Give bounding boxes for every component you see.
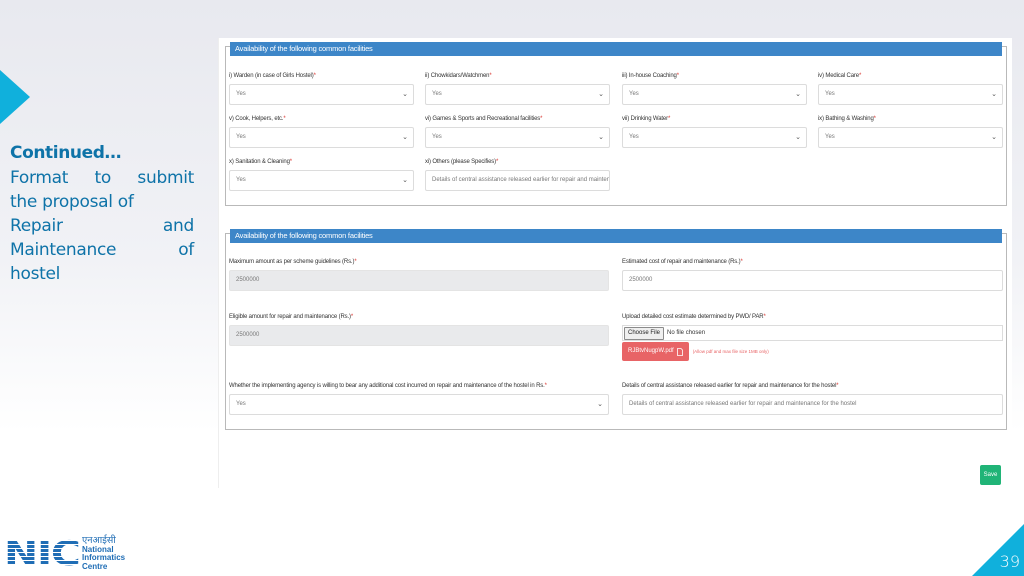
chevron-down-icon: ⌄ (402, 91, 408, 98)
repair-cost-section: Availability of the following common fac… (225, 229, 1007, 430)
slide-title: Continued… (10, 143, 122, 163)
facility-field: vi) Games & Sports and Recreational faci… (425, 115, 610, 148)
facility-field: iii) In-house Coaching* Yes ⌄ (622, 72, 807, 105)
estimated-cost-input[interactable]: 2500000 (622, 270, 1003, 291)
save-button[interactable]: Save (980, 465, 1001, 485)
file-hint: (Allow pdf and max file size 1MB only) (692, 349, 769, 354)
facility-select[interactable]: Yes ⌄ (229, 127, 414, 148)
facility-field: xi) Others (please Specifies)* Details of… (425, 158, 610, 191)
max-amount-input[interactable]: 2500000 (229, 270, 609, 291)
page-number: 39 (999, 552, 1020, 571)
chevron-down-icon: ⌄ (598, 134, 604, 141)
slide-body-line: Format to submit (10, 168, 194, 188)
slide-body-line: Maintenance of (10, 240, 194, 260)
willing-select[interactable]: Yes ⌄ (229, 394, 609, 415)
facility-select[interactable]: Yes ⌄ (425, 127, 610, 148)
facility-field: v) Cook, Helpers, etc.* Yes ⌄ (229, 115, 414, 148)
slide-body-line: the proposal of (10, 192, 134, 212)
choose-file-button[interactable]: Choose File (624, 326, 665, 340)
nic-logo: NIC एनआईसी National Informatics Centre (4, 534, 126, 574)
facility-field: ix) Bathing & Washing* Yes ⌄ (818, 115, 1003, 148)
chevron-down-icon: ⌄ (991, 91, 997, 98)
max-amount-field: Maximum amount as per scheme guidelines … (229, 258, 609, 291)
facilities-section: Availability of the following common fac… (225, 42, 1007, 206)
facility-field: i) Warden (in case of Girls Hostel)* Yes ⌄ (229, 72, 414, 105)
central-assistance-input[interactable]: Details of central assistance released e… (622, 394, 1003, 415)
chevron-down-icon: ⌄ (597, 401, 603, 408)
uploaded-file-link[interactable]: RJBtvNugpW.pdf (622, 342, 689, 361)
document-icon (676, 347, 683, 356)
eligible-amount-input[interactable]: 2500000 (229, 325, 609, 346)
section-header: Availability of the following common fac… (230, 42, 1002, 56)
facility-field: iv) Medical Care* Yes ⌄ (818, 72, 1003, 105)
facility-select[interactable]: Yes ⌄ (622, 84, 807, 105)
others-input[interactable]: Details of central assistance released e… (425, 170, 610, 191)
facility-select[interactable]: Yes ⌄ (229, 84, 414, 105)
slide-body: Format to submit the proposal of Repair and Ma… (10, 166, 194, 286)
facility-select[interactable]: Yes ⌄ (818, 127, 1003, 148)
estimated-cost-field: Estimated cost of repair and maintenance… (622, 258, 1003, 291)
section-header: Availability of the following common fac… (230, 229, 1002, 243)
facility-select[interactable]: Yes ⌄ (818, 84, 1003, 105)
nic-logo-mark: NIC (4, 537, 95, 571)
facility-field: x) Sanitation & Cleaning* Yes ⌄ (229, 158, 414, 191)
chevron-down-icon: ⌄ (795, 134, 801, 141)
chevron-down-icon: ⌄ (598, 91, 604, 98)
facility-select[interactable]: Yes ⌄ (622, 127, 807, 148)
slide-description: Continued… Format to submit the proposal of… (10, 140, 194, 286)
eligible-amount-field: Eligible amount for repair and maintenan… (229, 313, 609, 346)
chevron-down-icon: ⌄ (402, 177, 408, 184)
upload-estimate-field: Upload detailed cost estimate determined… (622, 313, 1003, 361)
file-input[interactable]: Choose File No file chosen (622, 325, 1003, 341)
form-screenshot: Availability of the following common fac… (218, 38, 1012, 488)
chevron-down-icon: ⌄ (402, 134, 408, 141)
central-assistance-field: Details of central assistance released e… (622, 382, 1003, 415)
slide-body-line: Repair and (10, 216, 194, 236)
willing-field: Whether the implementing agency is willi… (229, 382, 609, 415)
facility-select[interactable]: Yes ⌄ (425, 84, 610, 105)
chevron-down-icon: ⌄ (991, 134, 997, 141)
file-status: No file chosen (667, 330, 706, 336)
chevron-down-icon: ⌄ (795, 91, 801, 98)
facility-field: vii) Drinking Water* Yes ⌄ (622, 115, 807, 148)
slide-body-line: hostel (10, 264, 61, 284)
facility-field: ii) Chowkidars/Watchmen* Yes ⌄ (425, 72, 610, 105)
facility-select[interactable]: Yes ⌄ (229, 170, 414, 191)
arrow-marker-icon (0, 70, 30, 124)
